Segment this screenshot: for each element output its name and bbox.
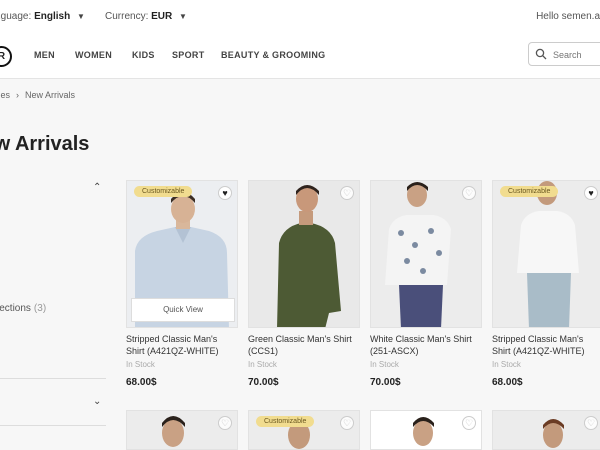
sidebar-collections-label: Collections bbox=[0, 303, 31, 314]
product-image[interactable]: ♡ bbox=[248, 180, 360, 328]
language-label: Language: bbox=[0, 11, 32, 22]
stock-status: In Stock bbox=[492, 360, 521, 369]
chevron-down-icon: ▼ bbox=[76, 12, 85, 21]
product-photo bbox=[249, 181, 359, 327]
product-title[interactable]: Stripped Classic Man's Shirt (A421QZ-WHI… bbox=[492, 333, 600, 357]
page-title-wrap: New Arrivals bbox=[0, 128, 100, 164]
product-image[interactable]: ♡ bbox=[370, 410, 482, 450]
product-price: 68.00$ bbox=[492, 377, 523, 388]
user-greeting[interactable]: Hello semen.a bbox=[536, 11, 600, 22]
currency-label: Currency: bbox=[105, 11, 149, 22]
chevron-down-icon: ▼ bbox=[179, 12, 187, 21]
product-card[interactable]: Customizable ♡ bbox=[248, 410, 360, 450]
currency-selector[interactable]: Currency: EUR ▼ bbox=[105, 11, 187, 22]
currency-value: EUR bbox=[151, 11, 173, 22]
nav-item-beauty-grooming[interactable]: BEAUTY & GROOMING bbox=[221, 50, 325, 60]
nav-item-women[interactable]: WOMEN bbox=[75, 50, 112, 60]
product-card[interactable]: Customizable ♥ Quick View Stripped Class… bbox=[126, 180, 238, 388]
product-image[interactable]: Customizable ♥ Quick View bbox=[126, 180, 238, 328]
nav-item-men[interactable]: MEN bbox=[34, 50, 55, 60]
sidebar-collections-count: (3) bbox=[33, 303, 47, 314]
search-box[interactable] bbox=[528, 42, 600, 66]
favorite-heart-icon[interactable]: ♡ bbox=[340, 186, 354, 200]
favorite-heart-icon[interactable]: ♡ bbox=[462, 186, 476, 200]
product-photo bbox=[493, 181, 600, 327]
brand-logo[interactable]: R bbox=[0, 46, 12, 67]
product-photo bbox=[493, 411, 600, 449]
product-image[interactable]: Customizable ♡ bbox=[248, 410, 360, 450]
chevron-down-icon[interactable]: ⌄ bbox=[93, 396, 101, 407]
product-image[interactable]: ♡ bbox=[492, 410, 600, 450]
search-input[interactable] bbox=[551, 47, 600, 63]
product-title[interactable]: Green Classic Man's Shirt (CCS1) bbox=[248, 333, 360, 357]
sidebar-divider bbox=[0, 425, 106, 426]
favorite-heart-icon[interactable]: ♡ bbox=[218, 416, 232, 430]
top-bar: Language: English ▼ Currency: EUR ▼ Hell… bbox=[0, 0, 600, 35]
product-price: 70.00$ bbox=[248, 377, 279, 388]
product-photo bbox=[371, 181, 481, 327]
stock-status: In Stock bbox=[370, 360, 399, 369]
sidebar-divider bbox=[0, 378, 106, 379]
favorite-heart-icon[interactable]: ♡ bbox=[584, 416, 598, 430]
favorite-heart-icon[interactable]: ♡ bbox=[340, 416, 354, 430]
nav-item-sport[interactable]: SPORT bbox=[172, 50, 205, 60]
product-title[interactable]: White Classic Man's Shirt (251-ASCX) bbox=[370, 333, 482, 357]
product-image[interactable]: ♡ bbox=[370, 180, 482, 328]
product-card[interactable]: ♡ bbox=[370, 410, 482, 450]
nav-item-kids[interactable]: KIDS bbox=[132, 50, 155, 60]
customizable-badge: Customizable bbox=[500, 186, 559, 197]
product-price: 70.00$ bbox=[370, 377, 401, 388]
customizable-badge: Customizable bbox=[134, 186, 193, 197]
customizable-badge: Customizable bbox=[256, 416, 315, 427]
product-image[interactable]: Customizable ♥ bbox=[492, 180, 600, 328]
breadcrumb-parent[interactable]: Categories bbox=[0, 90, 10, 100]
breadcrumb-current: New Arrivals bbox=[25, 90, 76, 100]
stock-status: In Stock bbox=[126, 360, 155, 369]
favorite-heart-icon[interactable]: ♡ bbox=[462, 416, 476, 430]
breadcrumb: Categories › New Arrivals bbox=[0, 90, 75, 100]
search-icon bbox=[535, 48, 547, 60]
quick-view-button[interactable]: Quick View bbox=[131, 298, 235, 322]
breadcrumb-separator: › bbox=[16, 90, 19, 100]
main-navbar: R MEN WOMEN KIDS SPORT BEAUTY & GROOMING bbox=[0, 34, 600, 79]
stock-status: In Stock bbox=[248, 360, 277, 369]
sidebar-item-collections[interactable]: Collections(3) bbox=[0, 300, 100, 316]
product-card[interactable]: ♡ bbox=[126, 410, 238, 450]
product-price: 68.00$ bbox=[126, 377, 157, 388]
favorite-heart-icon[interactable]: ♥ bbox=[218, 186, 232, 200]
product-card[interactable]: ♡ White Classic Man's Shirt (251-ASCX) I… bbox=[370, 180, 482, 388]
language-value: English bbox=[34, 11, 71, 22]
product-image[interactable]: ♡ bbox=[126, 410, 238, 450]
product-title[interactable]: Stripped Classic Man's Shirt (A421QZ-WHI… bbox=[126, 333, 238, 357]
product-card[interactable]: Customizable ♥ Stripped Classic Man's Sh… bbox=[492, 180, 600, 388]
favorite-heart-icon[interactable]: ♥ bbox=[584, 186, 598, 200]
product-card[interactable]: ♡ Green Classic Man's Shirt (CCS1) In St… bbox=[248, 180, 360, 388]
page-title: New Arrivals bbox=[0, 133, 90, 155]
product-card[interactable]: ♡ bbox=[492, 410, 600, 450]
chevron-up-icon[interactable]: ⌃ bbox=[93, 182, 101, 193]
language-selector[interactable]: Language: English ▼ bbox=[0, 11, 85, 22]
